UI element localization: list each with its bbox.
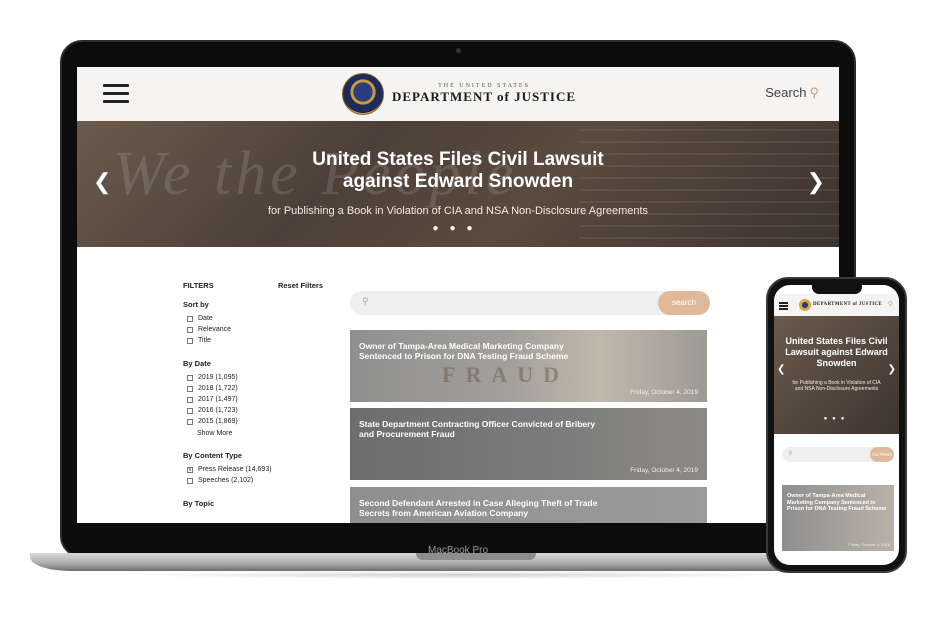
result-title: Owner of Tampa-Area Medical Marketing Co…: [359, 341, 569, 361]
topic-filter-title: By Topic: [183, 499, 215, 508]
phone-filters-button[interactable]: Go Filters: [870, 447, 894, 462]
date-option[interactable]: 2018 (1,722): [187, 384, 323, 393]
date-option[interactable]: 2015 (1,869): [187, 417, 323, 426]
laptop-base: [30, 553, 886, 571]
result-date: Friday, October 4, 2019: [630, 467, 698, 474]
phone-menu-icon[interactable]: [779, 302, 788, 310]
sort-option-relevance[interactable]: Relevance: [187, 325, 323, 334]
search-icon: ⚲: [809, 85, 819, 100]
date-option[interactable]: 2019 (1,095): [187, 373, 323, 382]
content-type-press-release[interactable]: x Press Release (14,693): [187, 465, 323, 474]
result-card[interactable]: FRAUD Owner of Tampa-Area Medical Market…: [350, 330, 707, 402]
result-date: Friday, October 4, 2019: [630, 389, 698, 396]
phone-search-field-icon: ⚲: [788, 451, 793, 457]
phone-hero-subtitle: for Publishing a Book in Violation of CI…: [792, 380, 881, 392]
phone-result-date: Friday, October 4, 2019: [848, 542, 890, 547]
phone-logo-title: DEPARTMENT of JUSTICE: [813, 302, 883, 307]
phone-notch: [812, 285, 862, 294]
phone-frame: DEPARTMENT of JUSTICE ⚲ ❮ ❯ United State…: [766, 277, 907, 573]
phone-header: DEPARTMENT of JUSTICE ⚲: [774, 294, 899, 316]
phone-hero: ❮ ❯ United States Files Civil Lawsuit ag…: [774, 316, 899, 434]
phone-hero-title: United States Files Civil Lawsuit agains…: [785, 336, 888, 368]
site-header: THE UNITED STATES DEPARTMENT of JUSTICE …: [77, 67, 839, 121]
logo-title: DEPARTMENT of JUSTICE: [392, 89, 577, 104]
device-mockup: THE UNITED STATES DEPARTMENT of JUSTICE …: [0, 0, 947, 636]
laptop-screen: THE UNITED STATES DEPARTMENT of JUSTICE …: [77, 67, 839, 523]
hero-subtitle: for Publishing a Book in Violation of CI…: [267, 205, 649, 217]
result-title: Second Defendant Arrested in Case Allegi…: [359, 498, 598, 518]
search-button[interactable]: search: [658, 291, 710, 315]
result-card[interactable]: State Department Contracting Officer Con…: [350, 408, 707, 480]
date-option[interactable]: 2016 (1,723): [187, 406, 323, 415]
sort-title: Sort by: [183, 300, 209, 309]
sort-option-title[interactable]: Title: [187, 336, 323, 345]
search-label: Search: [765, 85, 807, 100]
phone-search-input[interactable]: ⚲ Go Filters: [782, 447, 894, 462]
show-more-link[interactable]: Show More: [197, 430, 323, 437]
phone-result-card[interactable]: Owner of Tampa-Area Medical Marketing Co…: [782, 485, 894, 551]
result-card[interactable]: Second Defendant Arrested in Case Allegi…: [350, 487, 707, 523]
hero-title: United States Files Civil Lawsuit agains…: [312, 149, 604, 192]
card-image-text: FRAUD: [442, 362, 569, 387]
phone-carousel-dots[interactable]: ●●●: [774, 416, 899, 422]
filters-panel: FILTERS Reset Filters Sort by Date Relev…: [183, 281, 323, 513]
laptop-shadow: [120, 571, 800, 579]
camera-dot: [456, 48, 461, 53]
date-option[interactable]: 2017 (1,497): [187, 395, 323, 404]
search-input[interactable]: ⚲ search: [350, 291, 710, 315]
sort-option-date[interactable]: Date: [187, 314, 323, 323]
content-type-speeches[interactable]: Speeches (2,102): [187, 476, 323, 485]
phone-seal-icon: [799, 299, 811, 311]
search-icon: ⚲: [362, 296, 369, 306]
content-type-title: By Content Type: [183, 451, 243, 460]
laptop-frame: THE UNITED STATES DEPARTMENT of JUSTICE …: [60, 40, 856, 558]
header-search-link[interactable]: Search ⚲: [765, 85, 819, 101]
menu-icon[interactable]: [103, 84, 129, 104]
doj-seal-icon: [342, 73, 384, 115]
doj-logo[interactable]: THE UNITED STATES DEPARTMENT of JUSTICE: [342, 73, 576, 115]
hero-carousel: We the People ❮ ❯ United States Files Ci…: [77, 121, 839, 247]
result-title: State Department Contracting Officer Con…: [359, 419, 596, 439]
phone-screen: DEPARTMENT of JUSTICE ⚲ ❮ ❯ United State…: [774, 285, 899, 565]
filters-heading: FILTERS: [183, 281, 214, 290]
carousel-dots[interactable]: ●●●: [77, 223, 839, 234]
reset-filters-link[interactable]: Reset Filters: [278, 281, 323, 290]
phone-result-title: Owner of Tampa-Area Medical Marketing Co…: [787, 493, 887, 512]
phone-search-icon[interactable]: ⚲: [888, 300, 893, 308]
date-filter-title: By Date: [183, 359, 211, 368]
